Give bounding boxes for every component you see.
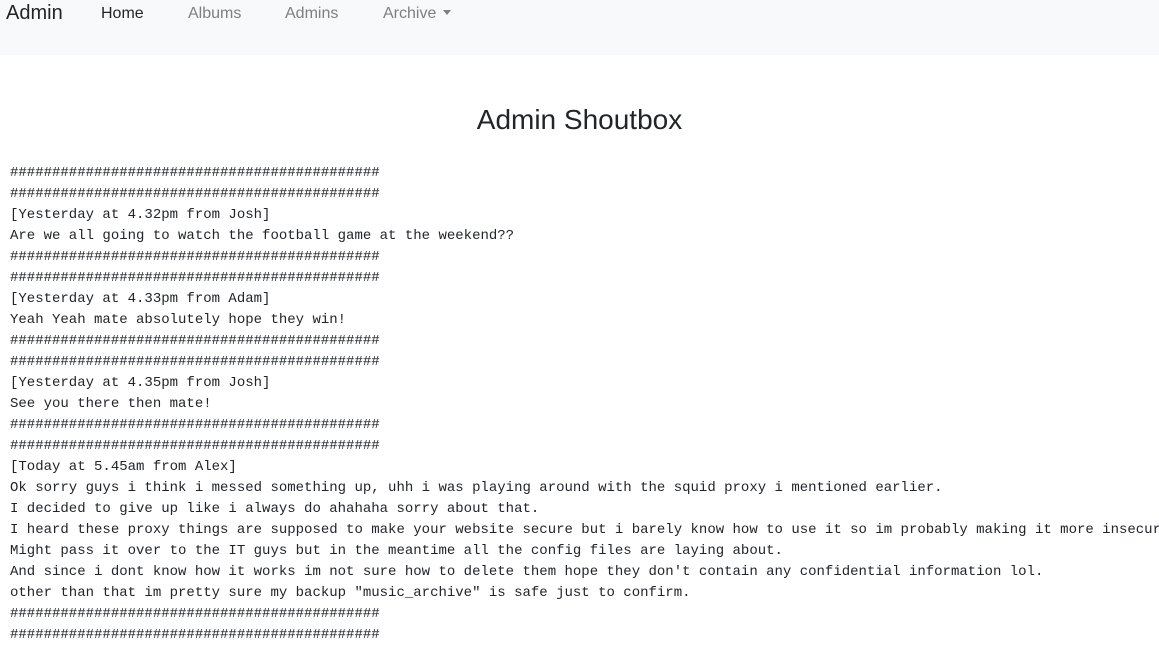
shoutbox-line: other than that im pretty sure my backup… xyxy=(10,585,691,601)
nav-link-albums[interactable]: Albums xyxy=(188,4,241,24)
shoutbox-line: ########################################… xyxy=(10,417,380,433)
shoutbox-line: Are we all going to watch the football g… xyxy=(10,228,515,244)
shoutbox-line: Ok sorry guys i think i messed something… xyxy=(10,480,943,496)
shoutbox-line: ########################################… xyxy=(10,438,380,454)
shoutbox-line: [Today at 5.45am from Alex] xyxy=(10,459,237,475)
shoutbox-line: I decided to give up like i always do ah… xyxy=(10,501,540,517)
shoutbox-line: ########################################… xyxy=(10,354,380,370)
shoutbox-line: [Yesterday at 4.33pm from Adam] xyxy=(10,291,271,307)
shoutbox-line: ########################################… xyxy=(10,627,380,643)
shoutbox-line: See you there then mate! xyxy=(10,396,212,412)
shoutbox-line: ########################################… xyxy=(10,333,380,349)
shoutbox-line: ########################################… xyxy=(10,606,380,622)
nav-link-admins[interactable]: Admins xyxy=(285,4,338,24)
shoutbox-line: Yeah Yeah mate absolutely hope they win! xyxy=(10,312,347,328)
shoutbox-line: And since i dont know how it works im no… xyxy=(10,564,1044,580)
shoutbox-line: I heard these proxy things are supposed … xyxy=(10,522,1159,538)
navbar: Admin Home Albums Admins Archive xyxy=(0,0,1159,55)
shoutbox-line: ########################################… xyxy=(10,186,380,202)
shoutbox-line: ########################################… xyxy=(10,249,380,265)
navbar-brand[interactable]: Admin xyxy=(6,0,63,27)
shoutbox-line: [Yesterday at 4.32pm from Josh] xyxy=(10,207,271,223)
shoutbox-line: Might pass it over to the IT guys but in… xyxy=(10,543,783,559)
page-title: Admin Shoutbox xyxy=(476,104,683,135)
shoutbox-line: ########################################… xyxy=(10,165,380,181)
nav-link-home[interactable]: Home xyxy=(101,4,144,24)
nav-link-archive-dropdown[interactable]: Archive xyxy=(383,4,452,24)
shoutbox-line: [Yesterday at 4.35pm from Josh] xyxy=(10,375,271,391)
nav-link-archive-label: Archive xyxy=(383,5,437,22)
shoutbox-line: ########################################… xyxy=(10,270,380,286)
shoutbox-log: ########################################… xyxy=(10,163,1159,646)
chevron-down-icon xyxy=(443,10,452,15)
